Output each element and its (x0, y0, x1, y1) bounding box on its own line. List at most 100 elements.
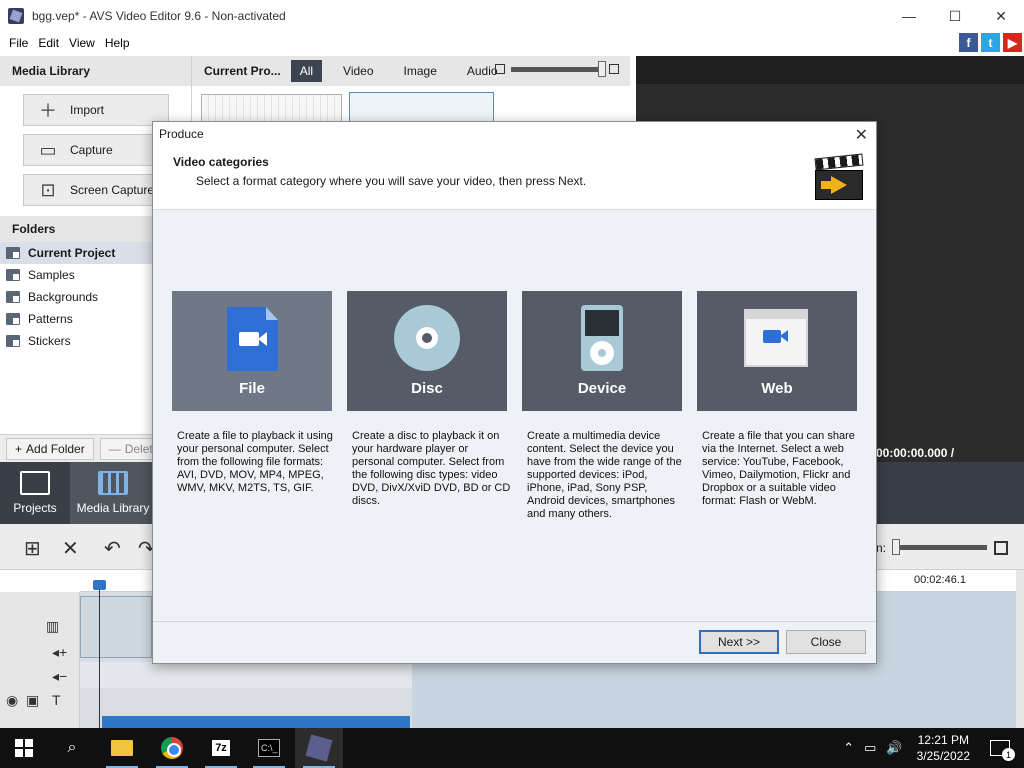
clapper-top (814, 153, 864, 171)
volume-icon[interactable]: 🔊 (886, 740, 902, 756)
slider-thumb[interactable] (598, 60, 606, 77)
eye-icon[interactable]: ◉ (6, 692, 18, 709)
chrome-icon (161, 737, 183, 759)
volume-up-icon[interactable]: ◂+ (52, 644, 67, 661)
taskbar-chrome[interactable] (148, 728, 196, 768)
menu-edit[interactable]: Edit (33, 36, 64, 50)
volume-down-icon[interactable]: ◂− (52, 668, 67, 685)
window-controls: — ☐ ✕ (886, 0, 1024, 32)
facebook-icon[interactable]: f (959, 33, 978, 52)
timeline-zoom-slider[interactable] (895, 545, 987, 550)
category-device[interactable]: Device (522, 291, 682, 411)
clock-date: 3/25/2022 (916, 749, 970, 763)
plus-icon: ＋ (39, 101, 57, 121)
category-disc-description: Create a disc to playback it on your har… (352, 430, 511, 507)
delete-icon[interactable]: ✕ (62, 536, 79, 561)
thumbnail-size-slider[interactable] (495, 60, 619, 77)
close-window-button[interactable]: ✕ (978, 0, 1024, 32)
add-folder-label: Add Folder (26, 441, 85, 456)
media-library-title: Media Library (0, 56, 191, 86)
nav-media-library[interactable]: Media Library (70, 462, 156, 524)
camera-icon: ▭ (39, 139, 57, 160)
minus-icon: — (108, 441, 121, 456)
folder-icon (6, 335, 20, 347)
screen-capture-button[interactable]: ⊡ Screen Capture (23, 174, 169, 206)
close-button[interactable]: Close (786, 630, 866, 654)
notification-badge: 1 (1002, 748, 1015, 761)
taskbar-avs-video-editor[interactable] (295, 728, 343, 768)
category-disc-label: Disc (411, 380, 443, 397)
menu-view[interactable]: View (64, 36, 100, 50)
menu-help[interactable]: Help (100, 36, 135, 50)
category-file[interactable]: File (172, 291, 332, 411)
video-clip[interactable] (80, 596, 152, 658)
dialog-close-icon[interactable]: ✕ (855, 125, 868, 145)
slider-track[interactable] (511, 60, 606, 77)
clapperboard-icon (814, 153, 864, 200)
title-bar: bgg.vep* - AVS Video Editor 9.6 - Non-ac… (0, 0, 1024, 32)
next-button[interactable]: Next >> (699, 630, 779, 654)
minimize-button[interactable]: — (886, 0, 932, 32)
device-screen (585, 310, 619, 336)
nav-projects[interactable]: Projects (0, 462, 70, 524)
menu-file[interactable]: File (4, 36, 33, 50)
maximize-button[interactable]: ☐ (932, 0, 978, 32)
category-file-label: File (239, 380, 265, 397)
twitter-icon[interactable]: t (981, 33, 1000, 52)
add-folder-button[interactable]: + Add Folder (6, 437, 94, 460)
preview-header (636, 56, 1024, 84)
category-web[interactable]: Web (697, 291, 857, 411)
taskbar-cmd[interactable]: C:\_ (245, 728, 293, 768)
storyboard-icon[interactable]: ⊞ (24, 536, 41, 561)
clock-time: 12:21 PM (917, 733, 969, 747)
taskbar-file-explorer[interactable] (98, 728, 146, 768)
media-thumbnail[interactable] (201, 94, 342, 124)
fit-to-window-icon[interactable] (994, 541, 1008, 555)
camera-lens (258, 332, 267, 346)
playhead-line (99, 580, 100, 728)
file-explorer-icon (111, 740, 133, 756)
tray-icons: ⌃ ▭ 🔊 (843, 740, 902, 756)
category-device-description: Create a multimedia device content. Sele… (527, 430, 682, 520)
folder-label: Backgrounds (28, 290, 99, 304)
notification-icon[interactable]: 1 (990, 740, 1015, 761)
lock-icon[interactable]: ▣ (26, 692, 39, 709)
undo-icon[interactable]: ↶ (104, 536, 121, 561)
folder-label: Samples (28, 268, 75, 282)
youtube-icon[interactable]: ▶ (1003, 33, 1022, 52)
menu-bar: File Edit View Help (0, 32, 1024, 54)
playhead-handle[interactable] (93, 580, 106, 590)
category-device-label: Device (577, 380, 627, 397)
tab-all[interactable]: All (290, 60, 323, 82)
text-track-icon: T (52, 692, 61, 708)
audio-clip[interactable] (102, 716, 410, 728)
timeline-zoom-label: n: (876, 541, 887, 555)
app-icon (8, 8, 24, 24)
tab-image[interactable]: Image (395, 60, 446, 82)
category-disc[interactable]: Disc (347, 291, 507, 411)
system-tray: ⌃ ▭ 🔊 12:21 PM 3/25/2022 1 (843, 728, 1024, 768)
chevron-up-icon[interactable]: ⌃ (843, 740, 854, 756)
tab-video[interactable]: Video (334, 60, 382, 82)
search-icon: ⌕ (67, 739, 77, 756)
video-camera-icon (239, 332, 259, 346)
browser-bar (746, 311, 806, 319)
arrow-right-icon (831, 176, 847, 194)
windows-icon (15, 739, 33, 757)
camera-lens (780, 330, 788, 342)
import-button[interactable]: ＋ Import (23, 94, 169, 126)
terminal-icon: C:\_ (258, 739, 280, 757)
folder-label: Current Project (28, 246, 116, 260)
search-button[interactable]: ⌕ (48, 728, 96, 768)
avs-editor-icon (305, 734, 333, 762)
network-icon[interactable]: ▭ (864, 740, 876, 756)
social-links: f t ▶ (959, 33, 1022, 52)
start-button[interactable] (0, 728, 48, 768)
capture-button[interactable]: ▭ Capture (23, 134, 169, 166)
taskbar-7zip[interactable]: 7z (197, 728, 245, 768)
timeline-scrollbar[interactable] (1016, 570, 1024, 728)
current-project-title: Current Pro... (204, 64, 281, 78)
timeline-zoom-thumb[interactable] (892, 539, 900, 555)
dialog-heading: Video categories (173, 155, 269, 169)
clock[interactable]: 12:21 PM 3/25/2022 (917, 732, 970, 764)
